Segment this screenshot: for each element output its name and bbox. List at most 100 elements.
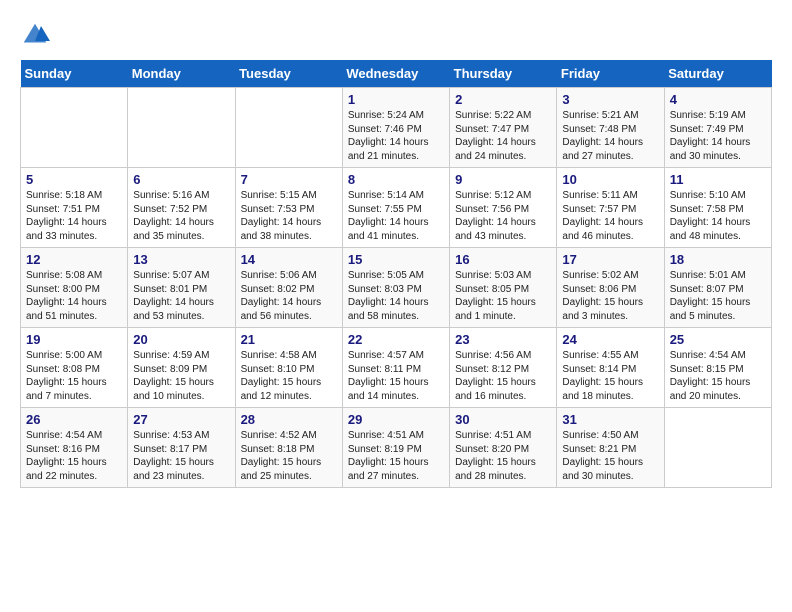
day-number: 29 <box>348 412 444 427</box>
calendar-cell: 28 Sunrise: 4:52 AMSunset: 8:18 PMDayligh… <box>235 408 342 488</box>
calendar-header: SundayMondayTuesdayWednesdayThursdayFrid… <box>21 60 772 88</box>
day-info: Sunrise: 5:03 AMSunset: 8:05 PMDaylight:… <box>455 269 551 323</box>
logo-icon <box>20 20 50 50</box>
day-number: 12 <box>26 252 122 267</box>
weekday-header: Saturday <box>664 60 771 88</box>
calendar-cell: 2 Sunrise: 5:22 AMSunset: 7:47 PMDaylight… <box>450 88 557 168</box>
calendar-cell: 13 Sunrise: 5:07 AMSunset: 8:01 PMDayligh… <box>128 248 235 328</box>
day-info: Sunrise: 5:02 AMSunset: 8:06 PMDaylight:… <box>562 269 658 323</box>
day-info: Sunrise: 5:24 AMSunset: 7:46 PMDaylight:… <box>348 109 444 163</box>
day-info: Sunrise: 5:22 AMSunset: 7:47 PMDaylight:… <box>455 109 551 163</box>
day-number: 11 <box>670 172 766 187</box>
weekday-header: Thursday <box>450 60 557 88</box>
calendar-cell: 16 Sunrise: 5:03 AMSunset: 8:05 PMDayligh… <box>450 248 557 328</box>
day-number: 24 <box>562 332 658 347</box>
calendar-cell <box>128 88 235 168</box>
calendar-cell: 11 Sunrise: 5:10 AMSunset: 7:58 PMDayligh… <box>664 168 771 248</box>
calendar-cell: 26 Sunrise: 4:54 AMSunset: 8:16 PMDayligh… <box>21 408 128 488</box>
calendar-cell: 12 Sunrise: 5:08 AMSunset: 8:00 PMDayligh… <box>21 248 128 328</box>
day-number: 21 <box>241 332 337 347</box>
calendar-cell: 8 Sunrise: 5:14 AMSunset: 7:55 PMDaylight… <box>342 168 449 248</box>
day-info: Sunrise: 5:15 AMSunset: 7:53 PMDaylight:… <box>241 189 337 243</box>
calendar-cell: 31Sunrise: 4:50 AMSunset: 8:21 PMDayligh… <box>557 408 664 488</box>
day-info: Sunrise: 5:06 AMSunset: 8:02 PMDaylight:… <box>241 269 337 323</box>
day-number: 17 <box>562 252 658 267</box>
day-number: 26 <box>26 412 122 427</box>
calendar-cell: 18 Sunrise: 5:01 AMSunset: 8:07 PMDayligh… <box>664 248 771 328</box>
calendar-cell: 6Sunrise: 5:16 AMSunset: 7:52 PMDaylight… <box>128 168 235 248</box>
calendar-cell: 15 Sunrise: 5:05 AMSunset: 8:03 PMDayligh… <box>342 248 449 328</box>
day-info: Sunrise: 4:57 AMSunset: 8:11 PMDaylight:… <box>348 349 444 403</box>
calendar-body: 1 Sunrise: 5:24 AMSunset: 7:46 PMDaylight… <box>21 88 772 488</box>
calendar-cell: 17 Sunrise: 5:02 AMSunset: 8:06 PMDayligh… <box>557 248 664 328</box>
calendar-cell: 30Sunrise: 4:51 AMSunset: 8:20 PMDayligh… <box>450 408 557 488</box>
day-number: 14 <box>241 252 337 267</box>
calendar-cell: 19 Sunrise: 5:00 AMSunset: 8:08 PMDayligh… <box>21 328 128 408</box>
weekday-header: Sunday <box>21 60 128 88</box>
day-info: Sunrise: 5:21 AMSunset: 7:48 PMDaylight:… <box>562 109 658 163</box>
day-number: 22 <box>348 332 444 347</box>
day-info: Sunrise: 5:18 AMSunset: 7:51 PMDaylight:… <box>26 189 122 243</box>
calendar-cell <box>664 408 771 488</box>
calendar-cell: 14 Sunrise: 5:06 AMSunset: 8:02 PMDayligh… <box>235 248 342 328</box>
day-number: 20 <box>133 332 229 347</box>
day-number: 1 <box>348 92 444 107</box>
calendar-cell: 25 Sunrise: 4:54 AMSunset: 8:15 PMDayligh… <box>664 328 771 408</box>
calendar-cell: 24 Sunrise: 4:55 AMSunset: 8:14 PMDayligh… <box>557 328 664 408</box>
day-info: Sunrise: 4:58 AMSunset: 8:10 PMDaylight:… <box>241 349 337 403</box>
day-info: Sunrise: 5:01 AMSunset: 8:07 PMDaylight:… <box>670 269 766 323</box>
day-info: Sunrise: 4:52 AMSunset: 8:18 PMDaylight:… <box>241 429 337 483</box>
day-number: 2 <box>455 92 551 107</box>
day-info: Sunrise: 4:56 AMSunset: 8:12 PMDaylight:… <box>455 349 551 403</box>
calendar-cell: 1 Sunrise: 5:24 AMSunset: 7:46 PMDaylight… <box>342 88 449 168</box>
day-number: 3 <box>562 92 658 107</box>
day-number: 16 <box>455 252 551 267</box>
day-number: 7 <box>241 172 337 187</box>
day-number: 10 <box>562 172 658 187</box>
calendar-cell <box>21 88 128 168</box>
day-number: 15 <box>348 252 444 267</box>
day-info: Sunrise: 5:10 AMSunset: 7:58 PMDaylight:… <box>670 189 766 243</box>
day-info: Sunrise: 4:59 AMSunset: 8:09 PMDaylight:… <box>133 349 229 403</box>
calendar-cell: 27Sunrise: 4:53 AMSunset: 8:17 PMDayligh… <box>128 408 235 488</box>
day-info: Sunrise: 4:53 AMSunset: 8:17 PMDaylight:… <box>133 429 229 483</box>
day-info: Sunrise: 4:51 AMSunset: 8:19 PMDaylight:… <box>348 429 444 483</box>
weekday-header: Monday <box>128 60 235 88</box>
day-number: 13 <box>133 252 229 267</box>
calendar-cell: 21 Sunrise: 4:58 AMSunset: 8:10 PMDayligh… <box>235 328 342 408</box>
day-info: Sunrise: 4:55 AMSunset: 8:14 PMDaylight:… <box>562 349 658 403</box>
logo <box>20 20 54 50</box>
day-info: Sunrise: 5:05 AMSunset: 8:03 PMDaylight:… <box>348 269 444 323</box>
calendar-cell: 3 Sunrise: 5:21 AMSunset: 7:48 PMDaylight… <box>557 88 664 168</box>
calendar-week-row: 12 Sunrise: 5:08 AMSunset: 8:00 PMDayligh… <box>21 248 772 328</box>
day-number: 23 <box>455 332 551 347</box>
calendar-table: SundayMondayTuesdayWednesdayThursdayFrid… <box>20 60 772 488</box>
day-number: 9 <box>455 172 551 187</box>
calendar-cell: 4Sunrise: 5:19 AMSunset: 7:49 PMDaylight… <box>664 88 771 168</box>
day-info: Sunrise: 4:54 AMSunset: 8:15 PMDaylight:… <box>670 349 766 403</box>
calendar-week-row: 5 Sunrise: 5:18 AMSunset: 7:51 PMDaylight… <box>21 168 772 248</box>
day-info: Sunrise: 4:51 AMSunset: 8:20 PMDaylight:… <box>455 429 551 483</box>
day-number: 31 <box>562 412 658 427</box>
day-number: 8 <box>348 172 444 187</box>
day-number: 25 <box>670 332 766 347</box>
calendar-week-row: 26 Sunrise: 4:54 AMSunset: 8:16 PMDayligh… <box>21 408 772 488</box>
weekday-header: Friday <box>557 60 664 88</box>
day-info: Sunrise: 4:54 AMSunset: 8:16 PMDaylight:… <box>26 429 122 483</box>
calendar-week-row: 1 Sunrise: 5:24 AMSunset: 7:46 PMDaylight… <box>21 88 772 168</box>
day-info: Sunrise: 5:14 AMSunset: 7:55 PMDaylight:… <box>348 189 444 243</box>
calendar-cell: 5 Sunrise: 5:18 AMSunset: 7:51 PMDaylight… <box>21 168 128 248</box>
day-number: 5 <box>26 172 122 187</box>
day-info: Sunrise: 5:16 AMSunset: 7:52 PMDaylight:… <box>133 189 229 243</box>
day-info: Sunrise: 5:00 AMSunset: 8:08 PMDaylight:… <box>26 349 122 403</box>
day-info: Sunrise: 5:07 AMSunset: 8:01 PMDaylight:… <box>133 269 229 323</box>
day-info: Sunrise: 5:08 AMSunset: 8:00 PMDaylight:… <box>26 269 122 323</box>
weekday-header: Wednesday <box>342 60 449 88</box>
calendar-week-row: 19 Sunrise: 5:00 AMSunset: 8:08 PMDayligh… <box>21 328 772 408</box>
day-number: 28 <box>241 412 337 427</box>
day-number: 4 <box>670 92 766 107</box>
day-number: 18 <box>670 252 766 267</box>
page-header <box>20 20 772 50</box>
weekday-header: Tuesday <box>235 60 342 88</box>
day-number: 19 <box>26 332 122 347</box>
